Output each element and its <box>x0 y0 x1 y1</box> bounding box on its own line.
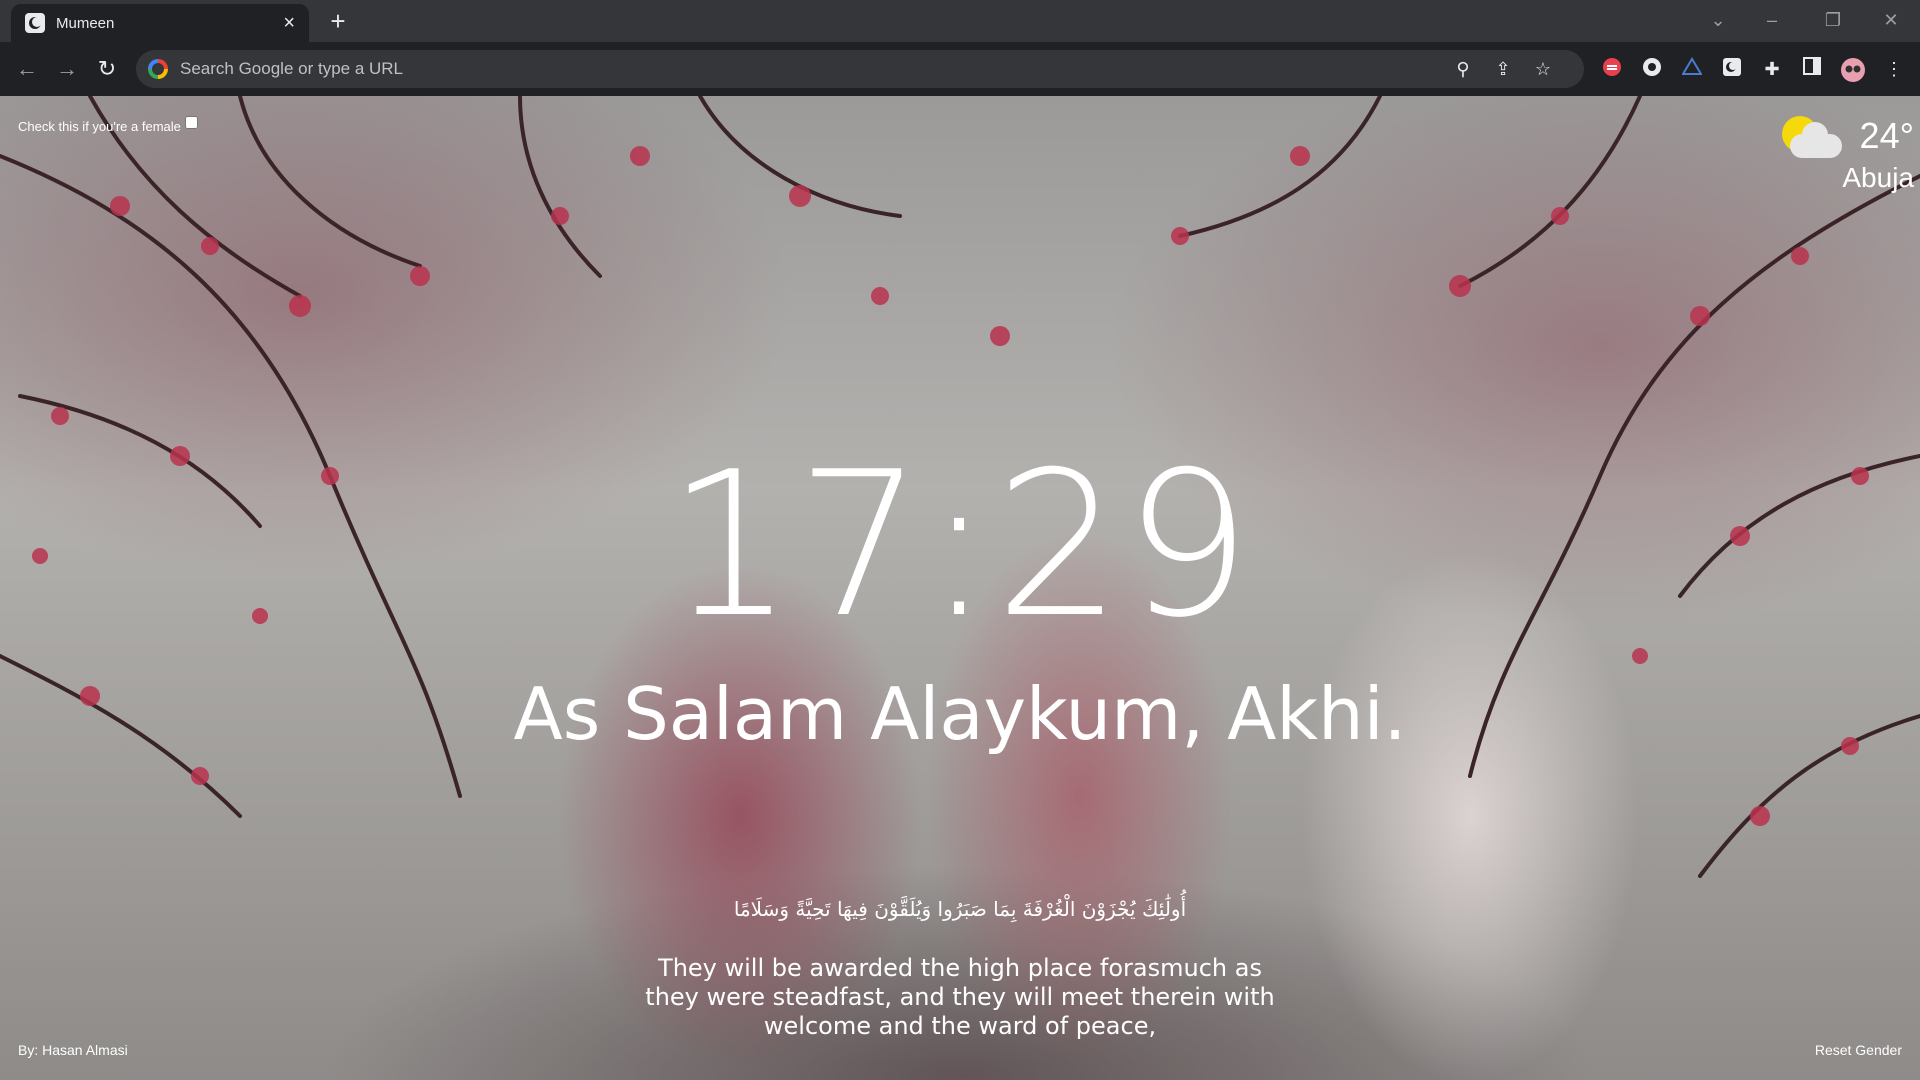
tab-search-icon[interactable]: ⌄ <box>1698 6 1738 34</box>
forward-button[interactable]: → <box>52 54 82 84</box>
browser-toolbar: ← → ↻ ⚲ ⇪ ☆ ✚ ⋮ <box>0 42 1920 96</box>
new-tab-page: Check this if you're a female 24° Abuja … <box>0 96 1920 1080</box>
reset-gender-link[interactable]: Reset Gender <box>1815 1042 1902 1058</box>
profile-avatar[interactable] <box>1840 57 1865 82</box>
extension-red-icon[interactable] <box>1600 57 1624 81</box>
extension-mumeen-icon[interactable] <box>1720 57 1744 81</box>
minimize-button[interactable]: – <box>1752 6 1792 34</box>
close-window-button[interactable]: ✕ <box>1871 6 1911 34</box>
browser-menu-icon[interactable]: ⋮ <box>1882 57 1906 81</box>
tab-mumeen[interactable]: Mumeen × <box>11 4 309 42</box>
verse-translation: They will be awarded the high place fora… <box>645 954 1275 1040</box>
photo-credit: By: Hasan Almasi <box>18 1042 128 1058</box>
extension-drive-icon[interactable] <box>1680 57 1704 81</box>
reload-button[interactable]: ↻ <box>92 54 122 84</box>
weather-widget: 24° Abuja <box>1770 116 1920 206</box>
restore-button[interactable]: ❐ <box>1813 6 1853 34</box>
side-panel-icon[interactable] <box>1800 57 1824 81</box>
google-icon <box>148 59 168 79</box>
share-icon[interactable]: ⇪ <box>1492 58 1514 80</box>
weather-temperature: 24° <box>1859 115 1914 156</box>
verse-arabic: أُولَٰئِكَ يُجْزَوْنَ الْغُرْفَةَ بِمَا … <box>733 897 1187 921</box>
greeting: As Salam Alaykum, Akhi. <box>513 672 1407 756</box>
extension-circle-icon[interactable] <box>1640 57 1664 81</box>
gender-checkbox-row[interactable]: Check this if you're a female <box>18 116 198 137</box>
extensions-puzzle-icon[interactable]: ✚ <box>1760 57 1784 81</box>
clock: 17:29 <box>666 429 1254 662</box>
new-tab-button[interactable]: + <box>324 8 352 36</box>
tab-strip: Mumeen × + ⌄ – ❐ ✕ <box>0 0 1920 42</box>
address-input[interactable] <box>178 58 1584 80</box>
weather-city: Abuja <box>1842 162 1914 193</box>
gender-checkbox-label: Check this if you're a female <box>18 119 181 134</box>
location-icon[interactable]: ⚲ <box>1452 58 1474 80</box>
address-bar[interactable]: ⚲ ⇪ ☆ <box>136 50 1584 88</box>
back-button[interactable]: ← <box>12 54 42 84</box>
mumeen-favicon-icon <box>25 13 45 33</box>
cloud-icon <box>1790 122 1842 158</box>
tab-close-icon[interactable]: × <box>283 13 295 33</box>
bookmark-star-icon[interactable]: ☆ <box>1532 58 1554 80</box>
tab-title: Mumeen <box>56 14 115 32</box>
gender-checkbox[interactable] <box>184 116 198 129</box>
